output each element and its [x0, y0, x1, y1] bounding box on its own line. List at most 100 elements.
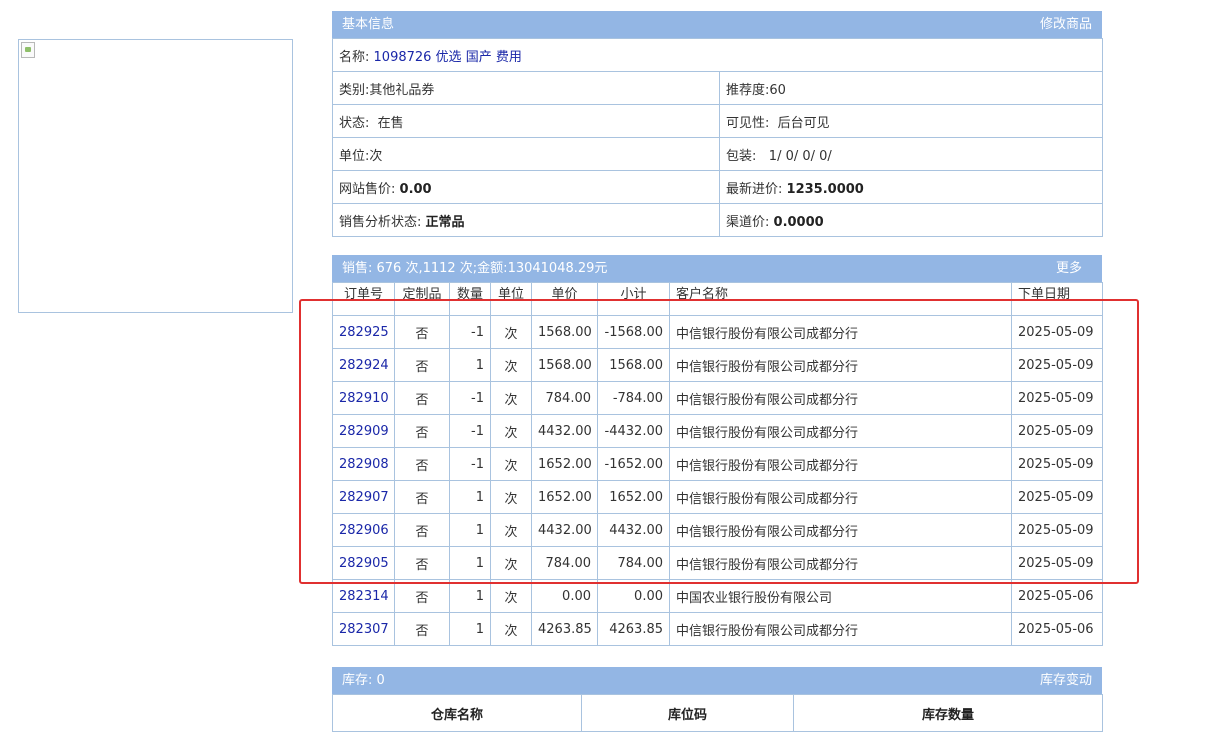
unit-value: 次: [369, 148, 383, 164]
custom-cell: 否: [394, 612, 450, 646]
custom-cell: 否: [394, 480, 450, 514]
subtotal-cell: -1568.00: [597, 315, 670, 349]
order-number-link[interactable]: 282924: [332, 348, 395, 382]
sales-body: 282925 否 -1 次 1568.00 -1568.00 中信银行股份有限公司成都分行 2…: [332, 315, 1103, 646]
sales-status-cell: 销售分析状态: 正常品: [332, 203, 720, 237]
order-number-link[interactable]: 282314: [332, 579, 395, 613]
latest-cost-cell: 最新进价: 1235.0000: [718, 170, 1104, 204]
status-cell: 状态: 在售: [332, 104, 720, 138]
col-price: 单价: [531, 282, 598, 316]
order-number-link[interactable]: 282906: [332, 513, 395, 547]
subtotal-cell: -4432.00: [597, 414, 670, 448]
status-value: 在售: [377, 115, 404, 131]
subtotal-cell: -784.00: [597, 381, 670, 415]
date-cell: 2025-05-09: [1011, 546, 1103, 580]
customer-cell: 中国农业银行股份有限公司: [669, 579, 1012, 613]
col-order: 订单号: [332, 282, 395, 316]
unit-cell: 次: [490, 315, 532, 349]
col-qty: 数量: [449, 282, 491, 316]
custom-cell: 否: [394, 513, 450, 547]
subtotal-cell: 1652.00: [597, 480, 670, 514]
customer-cell: 中信银行股份有限公司成都分行: [669, 315, 1012, 349]
customer-cell: 中信银行股份有限公司成都分行: [669, 414, 1012, 448]
col-date: 下单日期: [1011, 282, 1103, 316]
date-cell: 2025-05-06: [1011, 612, 1103, 646]
date-cell: 2025-05-06: [1011, 579, 1103, 613]
price-cell: 784.00: [531, 546, 598, 580]
customer-cell: 中信银行股份有限公司成都分行: [669, 348, 1012, 382]
stock-summary: 库存: 0: [342, 673, 385, 688]
subtotal-cell: 0.00: [597, 579, 670, 613]
latest-cost-value: 1235.0000: [786, 181, 864, 197]
channel-price-label: 渠道价:: [726, 214, 770, 230]
status-label: 状态:: [339, 115, 370, 131]
unit-cell: 次: [490, 612, 532, 646]
site-price-value: 0.00: [399, 181, 432, 197]
basic-info-title: 基本信息: [342, 17, 395, 32]
order-number-link[interactable]: 282307: [332, 612, 395, 646]
custom-cell: 否: [394, 414, 450, 448]
stock-change-link[interactable]: 库存变动: [1040, 667, 1092, 694]
date-cell: 2025-05-09: [1011, 348, 1103, 382]
subtotal-cell: -1652.00: [597, 447, 670, 481]
order-number-link[interactable]: 282925: [332, 315, 395, 349]
date-cell: 2025-05-09: [1011, 480, 1103, 514]
edit-product-link[interactable]: 修改商品: [1040, 11, 1092, 38]
unit-cell: 单位:次: [332, 137, 720, 171]
site-price-cell: 网站售价: 0.00: [332, 170, 720, 204]
customer-cell: 中信银行股份有限公司成都分行: [669, 546, 1012, 580]
order-number-link[interactable]: 282910: [332, 381, 395, 415]
sales-header-row: 订单号 定制品 数量 单位 单价 小计 客户名称 下单日期: [332, 282, 1103, 316]
sales-header: 销售: 676 次,1112 次;金额:13041048.29元 更多: [332, 255, 1102, 282]
more-sales-link[interactable]: 更多: [1056, 255, 1082, 282]
qty-cell: 1: [449, 579, 491, 613]
col-custom: 定制品: [394, 282, 450, 316]
table-row: 282925 否 -1 次 1568.00 -1568.00 中信银行股份有限公司成都分行 2…: [332, 315, 1103, 349]
qty-cell: -1: [449, 315, 491, 349]
date-cell: 2025-05-09: [1011, 414, 1103, 448]
subtotal-cell: 4432.00: [597, 513, 670, 547]
channel-price-cell: 渠道价: 0.0000: [718, 203, 1104, 237]
price-cell: 784.00: [531, 381, 598, 415]
table-row: 282908 否 -1 次 1652.00 -1652.00 中信银行股份有限公司成都分行 2…: [332, 447, 1103, 481]
customer-cell: 中信银行股份有限公司成都分行: [669, 480, 1012, 514]
table-row: 282905 否 1 次 784.00 784.00 中信银行股份有限公司成都分行 2025-…: [332, 546, 1103, 580]
price-cell: 0.00: [531, 579, 598, 613]
broken-image-icon: [21, 42, 35, 58]
col-location: 库位码: [581, 694, 794, 732]
sales-status-label: 销售分析状态:: [339, 214, 422, 230]
qty-cell: 1: [449, 348, 491, 382]
customer-cell: 中信银行股份有限公司成都分行: [669, 513, 1012, 547]
unit-cell: 次: [490, 546, 532, 580]
price-cell: 4432.00: [531, 513, 598, 547]
stock-panel: 库存: 0 库存变动 仓库名称 库位码 库存数量: [332, 667, 1103, 732]
basic-info-panel: 基本信息 修改商品 名称: 1098726 优选 国产 费用 类别:其他礼品券 …: [331, 11, 1104, 237]
order-number-link[interactable]: 282905: [332, 546, 395, 580]
sales-panel: 销售: 676 次,1112 次;金额:13041048.29元 更多 订单号 …: [332, 255, 1103, 646]
subtotal-cell: 1568.00: [597, 348, 670, 382]
custom-cell: 否: [394, 381, 450, 415]
category-label: 类别:: [339, 82, 370, 98]
price-cell: 1652.00: [531, 480, 598, 514]
customer-cell: 中信银行股份有限公司成都分行: [669, 381, 1012, 415]
package-value: 1/ 0/ 0/ 0/: [768, 148, 832, 164]
customer-cell: 中信银行股份有限公司成都分行: [669, 447, 1012, 481]
order-number-link[interactable]: 282907: [332, 480, 395, 514]
qty-cell: 1: [449, 546, 491, 580]
table-row: 282307 否 1 次 4263.85 4263.85 中信银行股份有限公司成都分行 202…: [332, 612, 1103, 646]
qty-cell: 1: [449, 612, 491, 646]
order-number-link[interactable]: 282908: [332, 447, 395, 481]
date-cell: 2025-05-09: [1011, 513, 1103, 547]
unit-cell: 次: [490, 348, 532, 382]
product-name-link[interactable]: 1098726 优选 国产 费用: [374, 50, 522, 65]
price-cell: 4263.85: [531, 612, 598, 646]
custom-cell: 否: [394, 579, 450, 613]
col-stock-qty: 库存数量: [793, 694, 1103, 732]
table-row: 282907 否 1 次 1652.00 1652.00 中信银行股份有限公司成都分行 202…: [332, 480, 1103, 514]
sales-summary: 销售: 676 次,1112 次;金额:13041048.29元: [342, 261, 608, 276]
unit-cell: 次: [490, 480, 532, 514]
order-number-link[interactable]: 282909: [332, 414, 395, 448]
stock-header-row: 仓库名称 库位码 库存数量: [332, 694, 1103, 732]
date-cell: 2025-05-09: [1011, 381, 1103, 415]
table-row: 282314 否 1 次 0.00 0.00 中国农业银行股份有限公司 2025-05-06: [332, 579, 1103, 613]
